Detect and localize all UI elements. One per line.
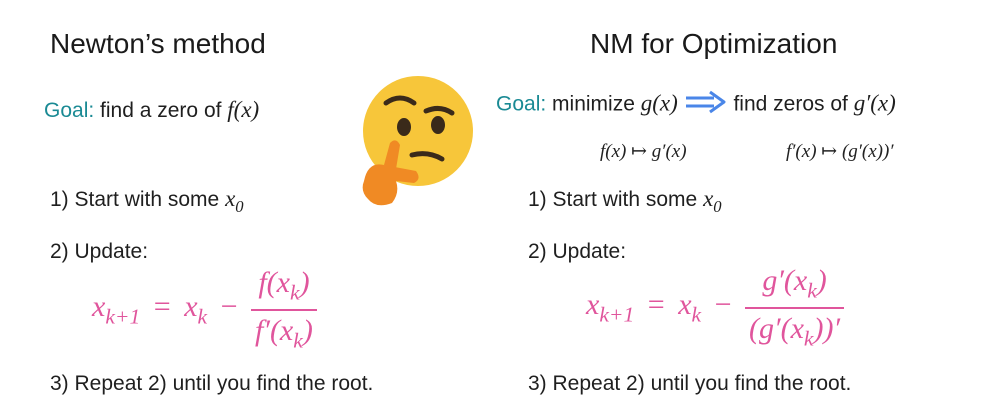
- left-title: Newton’s method: [50, 28, 266, 59]
- left-formula-fraction: f(xk) f′(xk): [251, 266, 317, 353]
- right-step-3: 3) Repeat 2) until you find the root.: [528, 372, 852, 395]
- left-formula-lhs: xk+1: [92, 290, 141, 329]
- right-formula-equals: =: [647, 288, 665, 322]
- left-formula-numerator: f(xk): [258, 266, 310, 305]
- right-formula-fraction: g′(xk) (g′(xk))′: [745, 264, 845, 351]
- left-formula-minus: −: [220, 290, 238, 324]
- left-goal-text: find a zero of: [100, 99, 222, 122]
- right-formula-minus: −: [714, 288, 732, 322]
- right-formula-lhs: xk+1: [586, 288, 635, 327]
- right-formula-denominator: (g′(xk))′: [749, 311, 841, 351]
- left-step-1-text: 1) Start with some: [50, 188, 220, 211]
- right-goal-function-g: g(x): [640, 90, 678, 116]
- right-step-2: 2) Update:: [528, 240, 627, 263]
- right-step-1-var: x0: [703, 186, 722, 216]
- right-step-1: 1) Start with some x0: [528, 186, 722, 217]
- right-goal-function-gprime: g′(x): [853, 90, 896, 116]
- left-formula-fraction-bar: [251, 308, 317, 311]
- left-formula-denominator: f′(xk): [255, 313, 313, 353]
- right-goal: Goal: minimize g(x) find zeros of g′(x): [496, 90, 896, 120]
- map-fprime-to-gdoubleprime: f′(x) ↦ (g′(x))′: [786, 141, 894, 162]
- map-f-to-gprime: f(x) ↦ g′(x): [600, 141, 687, 162]
- left-step-3: 3) Repeat 2) until you find the root.: [50, 372, 374, 395]
- left-step-2: 2) Update:: [50, 240, 149, 263]
- left-goal-label: Goal:: [44, 99, 95, 122]
- right-formula-fraction-bar: [745, 306, 845, 309]
- right-goal-text-zeros: find zeros of: [733, 92, 848, 116]
- right-formula-numerator: g′(xk): [762, 264, 827, 303]
- double-arrow-icon: [684, 90, 728, 120]
- left-goal: Goal: find a zero of f(x): [44, 97, 259, 123]
- left-step-1-var: x0: [225, 186, 244, 216]
- right-goal-text-minimize: minimize: [552, 92, 635, 116]
- left-goal-function: f(x): [227, 97, 260, 122]
- right-goal-label: Goal:: [496, 92, 547, 116]
- left-formula-equals: =: [153, 290, 171, 324]
- right-title: NM for Optimization: [590, 28, 838, 59]
- thinking-face-icon: [356, 73, 476, 213]
- right-step-1-text: 1) Start with some: [528, 188, 698, 211]
- right-update-formula: xk+1 = xk − g′(xk) (g′(xk))′: [586, 264, 845, 351]
- right-formula-xk: xk: [678, 288, 702, 327]
- left-step-1: 1) Start with some x0: [50, 186, 244, 217]
- left-update-formula: xk+1 = xk − f(xk) f′(xk): [92, 266, 317, 353]
- left-formula-xk: xk: [184, 290, 208, 329]
